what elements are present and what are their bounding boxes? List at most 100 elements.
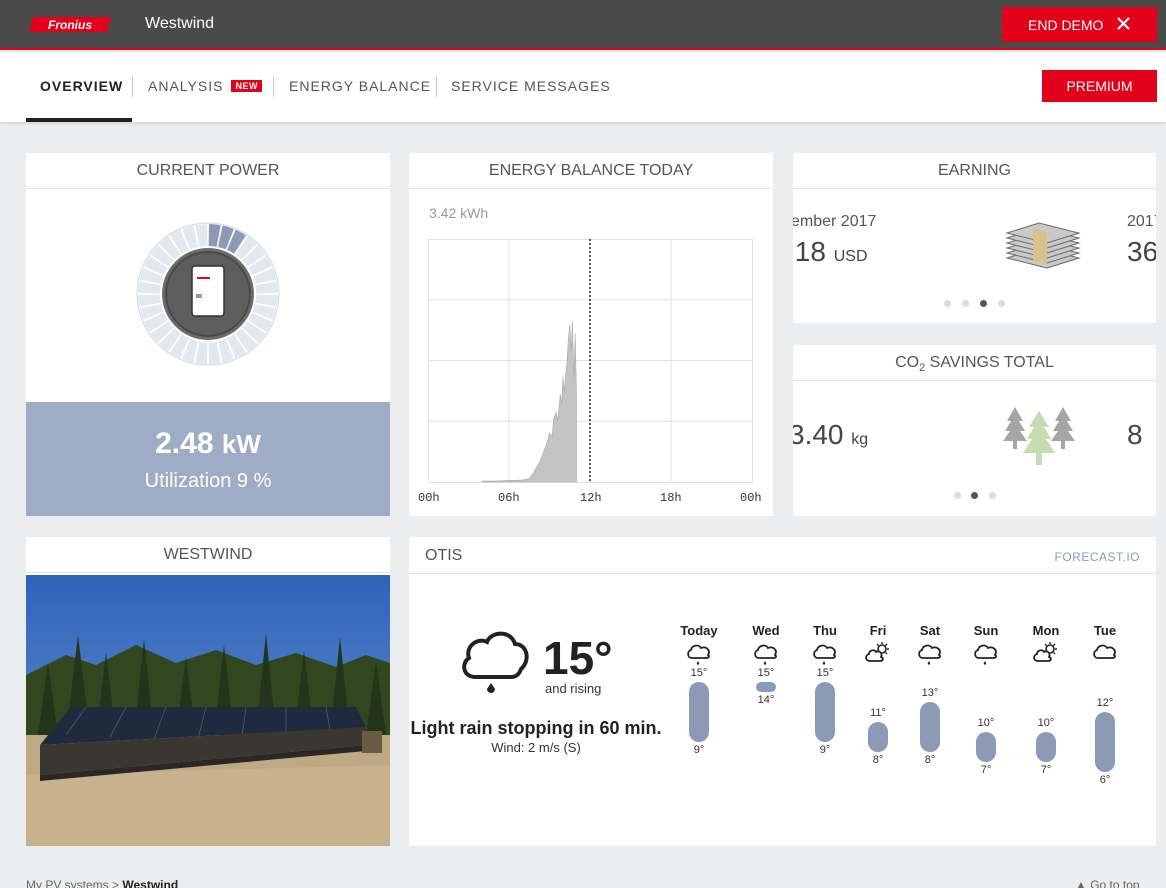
breadcrumb-separator: > bbox=[112, 878, 123, 888]
tab-analysis[interactable]: ANALYSIS NEW bbox=[148, 78, 262, 94]
trees-icon bbox=[1003, 407, 1075, 465]
fronius-logo[interactable]: Fronius bbox=[27, 15, 113, 34]
co2-savings-card[interactable]: CO2 SAVINGS TOTAL 3.40 kg 8 bbox=[793, 345, 1156, 516]
co2-value: 3.40 kg bbox=[793, 419, 868, 451]
co2-unit: kg bbox=[851, 431, 869, 448]
forecast-day-label: Tue bbox=[1093, 623, 1117, 638]
temperature-range-bar bbox=[689, 682, 709, 742]
system-photo-card[interactable]: WESTWIND bbox=[26, 537, 390, 846]
power-gauge bbox=[136, 222, 280, 366]
rain-icon bbox=[972, 641, 1000, 665]
card-title: EARNING bbox=[793, 153, 1156, 189]
breadcrumb-root[interactable]: My PV systems bbox=[26, 878, 109, 888]
chevron-up-icon: ▲ bbox=[1075, 878, 1091, 888]
go-to-top-link[interactable]: ▲ Go to top bbox=[1075, 878, 1140, 888]
forecast-low: 14° bbox=[757, 694, 775, 706]
inverter-icon bbox=[191, 265, 225, 317]
forecast-day-label: Thu bbox=[813, 623, 837, 638]
rain-icon bbox=[916, 641, 944, 665]
forecast-high: 15° bbox=[757, 667, 775, 679]
temperature-range-bar bbox=[868, 722, 888, 752]
utilization-text: Utilization 9 % bbox=[144, 470, 272, 492]
weather-header: OTIS FORECAST.IO bbox=[409, 537, 1156, 574]
tab-energy-balance[interactable]: ENERGY BALANCE bbox=[289, 78, 431, 94]
carousel-dot[interactable] bbox=[944, 300, 951, 307]
temperature-range-bar bbox=[756, 682, 776, 692]
temperature-range-bar bbox=[1036, 732, 1056, 762]
forecast-high: 15° bbox=[690, 667, 708, 679]
weather-location: OTIS bbox=[425, 547, 463, 564]
temperature-range-bar bbox=[815, 682, 835, 742]
earning-value-next: 36 bbox=[1127, 236, 1156, 267]
cloudy-icon bbox=[1091, 641, 1119, 665]
temperature-range-bar bbox=[920, 702, 940, 752]
weather-card[interactable]: OTIS FORECAST.IO 15° and rising Light ra… bbox=[409, 537, 1156, 846]
current-power-card[interactable]: CURRENT POWER 2.48 kW Utilization 9 % bbox=[26, 153, 390, 516]
system-name: Westwind bbox=[145, 15, 215, 32]
forecast-low: 6° bbox=[1099, 774, 1111, 786]
forecast-high: 10° bbox=[977, 717, 995, 729]
earning-period-next: 2017 bbox=[1127, 213, 1156, 230]
end-demo-button[interactable]: END DEMO bbox=[1002, 7, 1157, 42]
card-title: ENERGY BALANCE TODAY bbox=[409, 153, 773, 189]
forecast-day-label: Mon bbox=[1032, 623, 1060, 638]
tab-service-messages[interactable]: SERVICE MESSAGES bbox=[451, 78, 611, 94]
nav-divider bbox=[436, 77, 437, 97]
x-tick-label: 18h bbox=[660, 491, 682, 505]
go-to-top-label: Go to top bbox=[1090, 878, 1140, 888]
active-tab-indicator bbox=[26, 118, 132, 122]
carousel-dot[interactable] bbox=[962, 300, 969, 307]
rain-icon bbox=[462, 631, 529, 693]
x-tick-label: 00h bbox=[418, 491, 440, 505]
carousel-dot[interactable] bbox=[998, 300, 1005, 307]
power-unit: kW bbox=[221, 429, 261, 459]
breadcrumb-current: Westwind bbox=[122, 878, 179, 888]
x-tick-label: 12h bbox=[580, 491, 602, 505]
logo-text: Fronius bbox=[48, 18, 92, 32]
current-power-value: 2.48 kW bbox=[26, 427, 390, 461]
x-tick-label: 06h bbox=[498, 491, 520, 505]
production-area bbox=[481, 320, 577, 483]
earning-period: ember 2017 bbox=[793, 213, 877, 230]
forecast-high: 11° bbox=[870, 707, 886, 719]
forecast-day-label: Sun bbox=[973, 623, 999, 638]
forecast-high: 10° bbox=[1037, 717, 1055, 729]
forecast-high: 12° bbox=[1096, 697, 1114, 709]
nav-divider bbox=[273, 77, 274, 97]
breadcrumb: My PV systems > Westwind bbox=[26, 878, 178, 888]
carousel-dot[interactable] bbox=[954, 492, 961, 499]
card-title: CURRENT POWER bbox=[26, 153, 390, 189]
earning-card[interactable]: EARNING ember 2017 .18 USD 2017 36 bbox=[793, 153, 1156, 323]
earning-amount: .18 bbox=[793, 236, 826, 267]
co2-value-next: 8 bbox=[1127, 419, 1143, 450]
temperature-range-bar bbox=[976, 732, 996, 762]
forecast-low: 9° bbox=[819, 744, 831, 756]
forecast-source-link[interactable]: FORECAST.IO bbox=[1054, 550, 1140, 564]
tab-analysis-label: ANALYSIS bbox=[148, 78, 224, 94]
carousel-dot-active[interactable] bbox=[980, 300, 987, 307]
rain-icon bbox=[685, 641, 713, 665]
partly-cloudy-icon bbox=[864, 641, 892, 665]
x-tick-label: 00h bbox=[740, 491, 762, 505]
current-power-panel: 2.48 kW Utilization 9 % bbox=[26, 402, 390, 516]
end-demo-label: END DEMO bbox=[1028, 16, 1104, 33]
earning-value: .18 USD bbox=[793, 236, 868, 268]
energy-balance-card[interactable]: ENERGY BALANCE TODAY 3.42 kWh 00h 06h 12… bbox=[409, 153, 773, 516]
carousel-dot[interactable] bbox=[989, 492, 996, 499]
card-title: CO2 SAVINGS TOTAL bbox=[793, 345, 1156, 381]
forecast-day-label: Sat bbox=[919, 623, 941, 638]
system-photo bbox=[26, 575, 390, 846]
temperature-range-bar bbox=[1095, 712, 1115, 772]
forecast-low: 8° bbox=[924, 754, 936, 766]
carousel-dot-active[interactable] bbox=[971, 492, 978, 499]
forecast-day-label: Wed bbox=[752, 623, 780, 638]
premium-button[interactable]: PREMIUM bbox=[1042, 70, 1157, 102]
wind-info: Wind: 2 m/s (S) bbox=[491, 740, 581, 755]
tab-overview[interactable]: OVERVIEW bbox=[40, 78, 123, 94]
forecast-low: 9° bbox=[693, 744, 705, 756]
energy-chart bbox=[428, 239, 753, 483]
co2-amount: 3.40 bbox=[793, 419, 844, 450]
energy-total: 3.42 kWh bbox=[429, 205, 489, 221]
rain-icon bbox=[811, 641, 839, 665]
forecast-day-label: Fri bbox=[869, 623, 887, 638]
